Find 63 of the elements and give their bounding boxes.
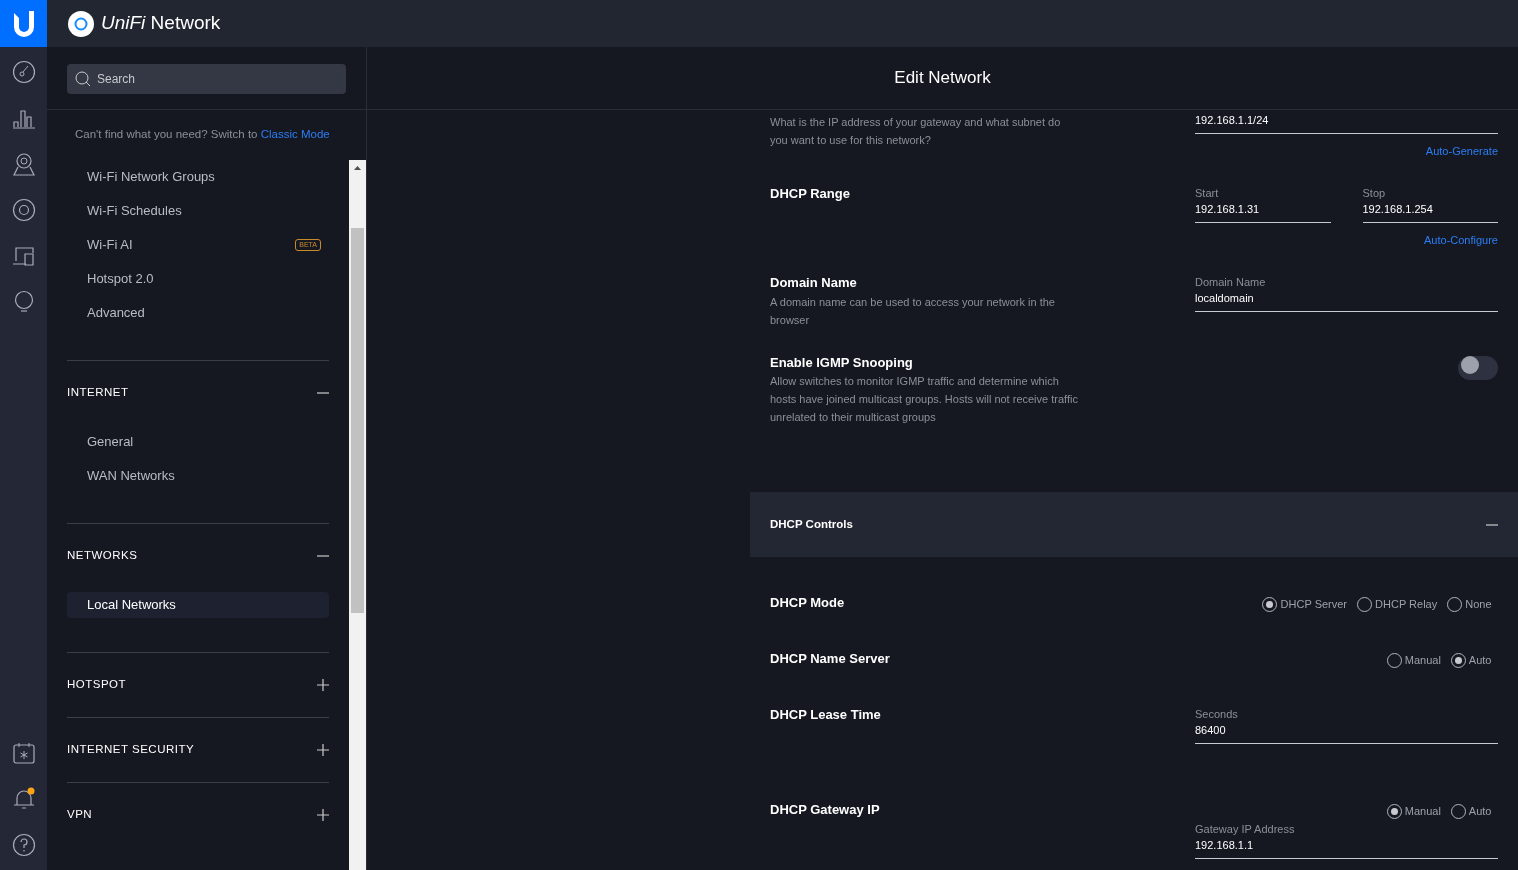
sidebar-item[interactable]: Local Networks (67, 592, 329, 618)
sidebar-item-label: Wi-Fi AI (87, 236, 133, 255)
help-icon[interactable] (11, 833, 36, 857)
classic-mode-link[interactable]: Classic Mode (260, 128, 330, 141)
search-icon (75, 71, 91, 87)
classic-mode-hint: Can't find what you need? Switch to Classic Mode (75, 127, 330, 143)
field-title: Enable IGMP Snooping (770, 353, 914, 372)
clients-icon[interactable] (11, 244, 36, 268)
expand-icon[interactable] (317, 809, 329, 821)
input-field[interactable]: localdomain (1195, 291, 1498, 313)
dashboard-icon[interactable] (11, 60, 36, 84)
radio-option[interactable]: DHCP Relay (1356, 596, 1438, 613)
field-label: Gateway IP Address (1195, 821, 1296, 837)
field-label: Start (1195, 186, 1220, 202)
section-header[interactable]: DHCP Controls (750, 492, 1518, 558)
input-field[interactable]: 192.168.1.1/24 (1195, 113, 1498, 135)
field-label: Domain Name (1195, 275, 1267, 291)
field-label: Seconds (1195, 707, 1239, 723)
auto-fill-link[interactable]: Auto-Generate (1425, 144, 1498, 157)
device-icon[interactable] (11, 198, 36, 222)
section-title[interactable]: HOTSPOT (67, 676, 127, 694)
section-title[interactable]: INTERNET (67, 384, 129, 402)
field-description: Allow switches to monitor IGMP traffic and determine which hosts have joined multicast groups. Hosts will not receive traffic unrelated to their multicast groups (770, 374, 1079, 426)
field-title: DHCP Mode (770, 594, 846, 613)
notification-icon[interactable] (11, 787, 36, 811)
sidebar-item[interactable]: Advanced (67, 296, 329, 330)
input-field[interactable]: 192.168.1.254 (1362, 202, 1498, 224)
radio-option[interactable]: Auto (1450, 803, 1492, 820)
radio-option[interactable]: Manual (1386, 652, 1441, 669)
field-title: Domain Name (770, 274, 858, 293)
radio-option[interactable]: Auto (1450, 652, 1492, 669)
calendar-icon[interactable] (11, 741, 36, 765)
sidebar-item[interactable]: Hotspot 2.0 (67, 262, 329, 296)
radio-option[interactable]: DHCP Server (1262, 596, 1348, 613)
field-title: DHCP Lease Time (770, 706, 882, 725)
app-title: UniFi Network (101, 11, 221, 36)
auto-fill-link[interactable]: Auto-Configure (1424, 233, 1498, 246)
field-title: DHCP Range (770, 185, 851, 204)
logo-icon[interactable] (0, 0, 47, 47)
sidebar-item[interactable]: Wi-Fi Network Groups (67, 160, 329, 194)
field-description: A domain name can be used to access your network in the browser (770, 294, 1056, 328)
input-field[interactable]: 86400 (1195, 723, 1498, 745)
field-description: What is the IP address of your gateway and what subnet do you want to use for this network? (770, 115, 1062, 149)
access-point-icon (66, 9, 95, 38)
expand-icon[interactable] (317, 679, 329, 691)
field-title: DHCP Name Server (770, 650, 891, 669)
scrollbar[interactable] (349, 160, 366, 870)
search-field[interactable]: Search (67, 64, 346, 94)
field-label: Stop (1362, 186, 1387, 202)
section-title[interactable]: NETWORKS (67, 547, 138, 565)
input-field[interactable]: 192.168.1.1 (1195, 837, 1498, 859)
page-title: Edit Network (894, 67, 991, 90)
radio-option[interactable]: Manual (1386, 803, 1441, 820)
sidebar-item[interactable]: WAN Networks (67, 459, 329, 493)
radio-option[interactable]: None (1446, 596, 1492, 613)
input-field[interactable]: 192.168.1.31 (1195, 202, 1331, 224)
expand-icon[interactable] (317, 744, 329, 756)
field-title: DHCP Gateway IP (770, 801, 881, 820)
section-title[interactable]: VPN (67, 806, 93, 824)
sidebar-item[interactable]: General (67, 425, 329, 459)
sidebar-item[interactable]: Wi-Fi Schedules (67, 194, 329, 228)
toggle-switch[interactable] (1458, 355, 1498, 380)
section-title[interactable]: INTERNET SECURITY (67, 741, 195, 759)
